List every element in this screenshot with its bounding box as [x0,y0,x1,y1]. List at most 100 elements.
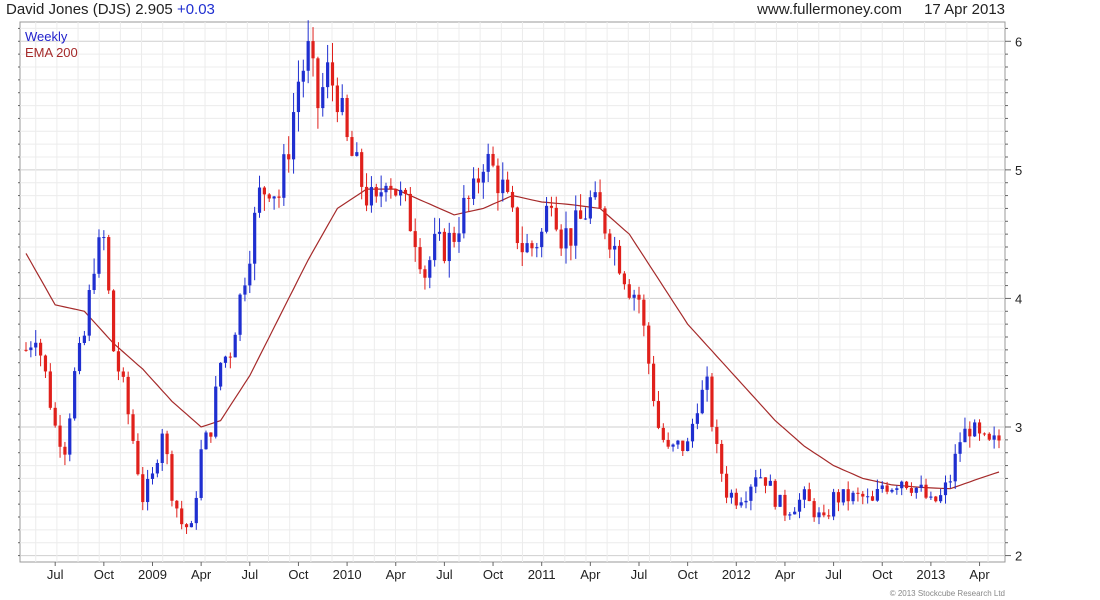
x-tick-label: Oct [288,567,309,582]
candle-body-up [929,496,933,498]
candle-body-down [330,62,335,86]
candle-body-up [797,499,802,512]
candle-body-up [890,489,894,492]
candle-body-down [360,152,364,187]
candle-body-down [467,197,471,199]
candle-body-up [68,418,72,455]
candle-body-down [651,363,656,401]
candle-body-down [647,325,651,364]
candle-body-up [272,196,276,199]
candle-body-down [924,484,928,498]
candle-body-up [583,218,588,220]
candle-body-up [340,97,344,113]
candle-body-down [763,477,768,486]
candle-body-down [209,432,213,437]
candle-body-down [861,493,865,497]
candle-body-up [428,260,432,278]
candle-body-up [778,494,782,507]
candle-body-down [350,137,354,156]
candle-body-up [963,428,967,443]
copyright-text: © 2013 Stockcube Research Ltd [889,589,1005,598]
candle-body-up [146,478,150,503]
candle-body-up [900,481,904,489]
candle-body-up [326,62,330,88]
candle-body-up [92,273,96,291]
candle-body-down [622,273,626,285]
candle-body-up [564,228,568,249]
candle-body-down [374,187,378,197]
candle-body-up [437,231,442,234]
candle-body-down [666,439,670,447]
candle-body-up [948,481,952,483]
candle-body-down [345,97,349,138]
candle-body-down [184,524,189,528]
candle-body-down [394,188,398,196]
candle-body-up [749,486,753,501]
candle-body-down [909,488,914,493]
candle-body-up [34,342,38,348]
candle-body-down [38,342,43,356]
candle-body-down [520,243,524,253]
x-tick-label: 2013 [916,567,945,582]
candle-body-down [24,349,28,351]
candle-body-up [875,489,879,501]
candle-body-down [506,179,510,192]
candle-body-down [710,376,714,427]
candle-body-up [759,477,763,479]
candle-body-down [681,440,685,452]
candle-body-up [866,496,870,498]
candle-body-down [579,210,583,219]
x-tick-label: Jul [631,567,648,582]
candle-body-up [87,290,91,336]
candle-body-down [287,154,291,160]
candle-body-down [180,508,184,525]
candle-body-down [856,492,860,494]
candle-body-up [194,497,198,524]
candle-body-down [107,237,111,291]
candle-body-down [982,433,987,435]
candle-body-down [496,165,500,194]
plot-frame [19,21,1006,563]
candle-body-down [175,500,179,509]
candle-body-up [690,423,695,442]
candle-body-down [783,494,787,516]
candle-body-up [155,462,159,474]
candle-body-down [43,355,48,372]
candle-body-down [997,435,1001,441]
candle-body-up [574,210,578,246]
candle-body-up [433,233,437,261]
candle-body-up [77,342,82,372]
candle-body-down [987,433,991,440]
candle-body-up [880,485,884,490]
candle-body-down [335,85,339,113]
candle-body-down [63,446,67,455]
candle-body-up [486,153,490,172]
candle-body-up [671,444,675,447]
candle-body-down [977,422,982,434]
candle-body-down [870,496,875,501]
candle-body-up [399,189,403,196]
x-tick-label: Apr [580,567,601,582]
candle-body-up [973,422,977,437]
candle-body-down [715,426,719,444]
candle-body-up [282,154,286,198]
candle-body-down [773,480,777,507]
candle-body-up [29,347,33,351]
candle-body-up [204,432,208,450]
x-tick-label: Oct [483,567,504,582]
candle-body-up [369,187,374,206]
candle-body-up [992,435,996,440]
candle-body-down [364,186,369,206]
candle-body-up [189,523,194,528]
candle-body-up [540,231,544,248]
candle-body-down [642,299,646,326]
candle-body-down [724,473,729,498]
x-tick-label: 2012 [722,567,751,582]
candle-body-up [447,232,451,262]
x-tick-label: Oct [872,567,893,582]
candle-body-down [452,232,456,242]
candle-body-down [530,243,534,249]
candle-body-down [316,58,320,109]
candle-body-up [739,502,743,506]
candle-body-up [705,376,709,390]
